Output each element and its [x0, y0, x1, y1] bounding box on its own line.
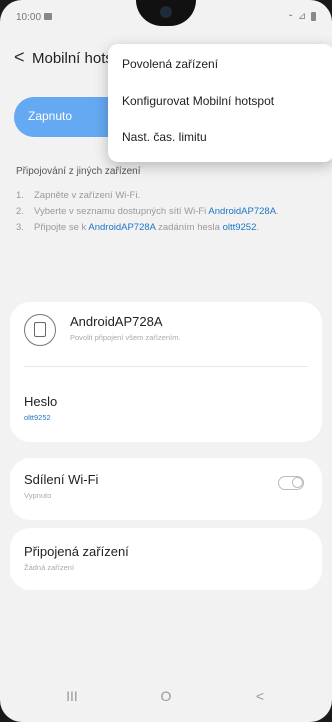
- hotspot-info-card: AndroidAP728A Povolit připojení všem zař…: [10, 302, 322, 442]
- instruction-step: 2. Vyberte v seznamu dostupných sítí Wi-…: [16, 204, 316, 220]
- network-subtitle: Povolit připojení všem zařízením.: [70, 333, 181, 342]
- menu-item-allowed-devices[interactable]: Povolená zařízení: [122, 57, 218, 71]
- step-number: 1.: [16, 190, 24, 201]
- status-time: 10:00: [16, 12, 42, 23]
- instruction-step: 1. Zapněte v zařízení Wi-Fi.: [16, 188, 316, 204]
- connected-devices-label: Připojená zařízení: [24, 544, 129, 559]
- step-number: 2.: [16, 206, 24, 217]
- instructions-title: Připojování z jiných zařízení: [16, 166, 141, 177]
- overflow-menu: Povolená zařízení Konfigurovat Mobilní h…: [108, 44, 332, 162]
- connected-devices-row[interactable]: Připojená zařízení Žádná zařízení: [10, 528, 322, 590]
- back-arrow-icon[interactable]: <: [14, 47, 25, 68]
- connected-devices-status: Žádná zařízení: [24, 563, 75, 572]
- signal-icon: ⁃ ⊿: [288, 11, 311, 22]
- password-highlight: oltt9252: [222, 222, 257, 233]
- hotspot-device-icon: [24, 314, 56, 346]
- recent-apps-icon[interactable]: III: [52, 688, 92, 704]
- switch-knob: [292, 477, 303, 488]
- gallery-notification-icon: [44, 13, 52, 20]
- status-indicators: ⁃ ⊿: [288, 11, 316, 22]
- network-name-highlight: AndroidAP728A: [88, 222, 156, 233]
- navigation-bar: III O <: [0, 680, 332, 722]
- battery-icon: [311, 11, 316, 21]
- phone-screen: 10:00 ⁃ ⊿ < Mobilní hotspot Zapnuto Přip…: [0, 0, 332, 722]
- step-number: 3.: [16, 222, 24, 233]
- step-text-end: .: [256, 222, 260, 233]
- network-name[interactable]: AndroidAP728A: [70, 314, 163, 329]
- step-text: Vyberte v seznamu dostupných sítí Wi-Fi: [34, 206, 209, 217]
- nav-back-icon[interactable]: <: [240, 688, 280, 704]
- wifi-sharing-label: Sdílení Wi-Fi: [24, 472, 99, 487]
- status-bar: 10:00 ⁃ ⊿: [0, 0, 332, 34]
- password-label: Heslo: [24, 394, 58, 409]
- toggle-state-label: Zapnuto: [28, 109, 73, 123]
- wifi-sharing-row[interactable]: Sdílení Wi-Fi Vypnuto: [10, 458, 322, 520]
- instruction-step: 3. Připojte se k AndroidAP728A zadáním h…: [16, 220, 316, 236]
- camera-notch: [136, 0, 196, 26]
- password-value: oltt9252: [24, 413, 51, 422]
- step-text-end: .: [276, 206, 279, 217]
- step-text: Zapněte v zařízení Wi-Fi.: [34, 190, 141, 201]
- instructions-list: 1. Zapněte v zařízení Wi-Fi. 2. Vyberte …: [16, 188, 316, 236]
- password-row[interactable]: Heslo oltt9252: [10, 366, 322, 442]
- network-name-highlight: AndroidAP728A: [208, 206, 277, 217]
- wifi-sharing-switch[interactable]: [278, 476, 304, 490]
- menu-item-time-limit[interactable]: Nast. čas. limitu: [122, 130, 207, 144]
- step-text: zadáním hesla: [155, 222, 223, 233]
- step-text: Připojte se k: [34, 222, 89, 233]
- wifi-sharing-status: Vypnuto: [24, 491, 52, 500]
- menu-item-configure-hotspot[interactable]: Konfigurovat Mobilní hotspot: [122, 94, 274, 108]
- home-icon[interactable]: O: [146, 688, 186, 704]
